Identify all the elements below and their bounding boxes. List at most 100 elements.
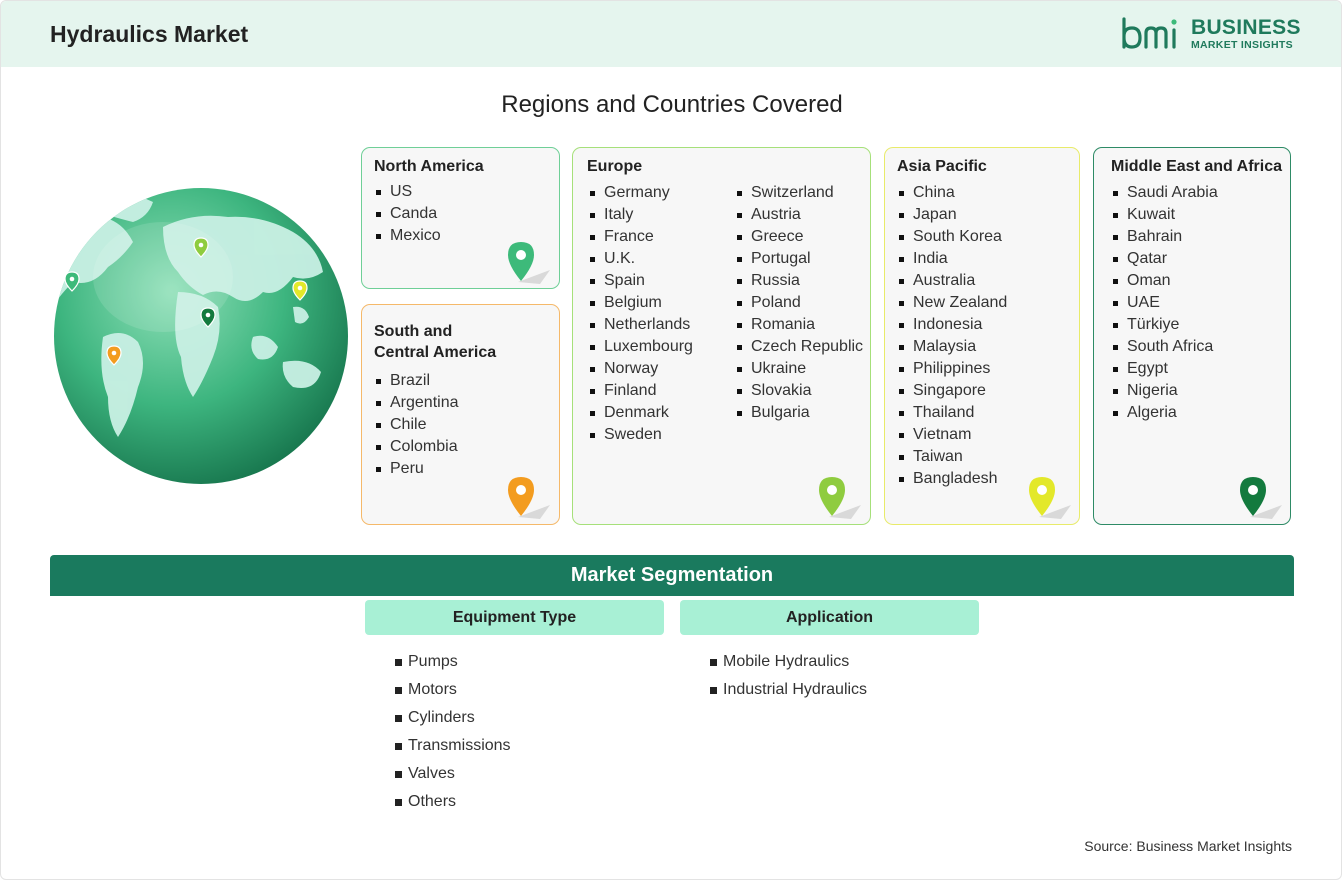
map-pin-icon	[1029, 477, 1071, 519]
list-item: Türkiye	[1111, 314, 1218, 336]
country-list: China Japan South Korea India Australia …	[897, 182, 1007, 490]
list-item: Argentina	[374, 392, 459, 414]
list-item: Others	[394, 791, 511, 819]
list-item: Austria	[735, 204, 863, 226]
list-item: China	[897, 182, 1007, 204]
segment-header-application: Application	[680, 600, 979, 635]
list-item: Qatar	[1111, 248, 1218, 270]
regions-title: Regions and Countries Covered	[501, 91, 843, 118]
list-item: Singapore	[897, 380, 1007, 402]
list-item: Egypt	[1111, 358, 1218, 380]
list-item: Kuwait	[1111, 204, 1218, 226]
header-bar: Hydraulics Market BUSINESS MARKET INSIGH…	[1, 1, 1341, 67]
globe-illustration	[54, 188, 348, 484]
list-item: Italy	[588, 204, 693, 226]
map-pin-icon	[508, 242, 550, 284]
list-item: Switzerland	[735, 182, 863, 204]
country-list: US Canda Mexico	[374, 181, 441, 247]
list-item: Slovakia	[735, 380, 863, 402]
region-title-line2: Central America	[374, 344, 497, 361]
list-item: Romania	[735, 314, 863, 336]
list-item: Transmissions	[394, 735, 511, 763]
list-item: Motors	[394, 679, 511, 707]
list-item: Japan	[897, 204, 1007, 226]
list-item: Brazil	[374, 370, 459, 392]
list-item: Saudi Arabia	[1111, 182, 1218, 204]
list-item: Bulgaria	[735, 402, 863, 424]
list-item: Bangladesh	[897, 468, 1007, 490]
list-item: Czech Republic	[735, 336, 863, 358]
list-item: New Zealand	[897, 292, 1007, 314]
country-list: Saudi Arabia Kuwait Bahrain Qatar Oman U…	[1111, 182, 1218, 424]
list-item: Taiwan	[897, 446, 1007, 468]
list-item: Spain	[588, 270, 693, 292]
list-item: Ukraine	[735, 358, 863, 380]
brand-name-line1: BUSINESS	[1191, 16, 1301, 39]
list-item: Philippines	[897, 358, 1007, 380]
region-card-europe: Europe Germany Italy France U.K. Spain B…	[572, 147, 871, 525]
country-list: Brazil Argentina Chile Colombia Peru	[374, 370, 459, 480]
region-title-line1: South and	[374, 323, 453, 340]
list-item: U.K.	[588, 248, 693, 270]
region-card-middle-east-africa: Middle East and Africa Saudi Arabia Kuwa…	[1093, 147, 1291, 525]
list-item: Finland	[588, 380, 693, 402]
list-item: Chile	[374, 414, 459, 436]
region-title: Europe	[587, 158, 643, 175]
list-item: Netherlands	[588, 314, 693, 336]
list-item: India	[897, 248, 1007, 270]
region-title: Asia Pacific	[897, 158, 987, 175]
list-item: Germany	[588, 182, 693, 204]
bmi-logo-icon	[1122, 17, 1177, 49]
list-item: Australia	[897, 270, 1007, 292]
list-item: Mobile Hydraulics	[709, 651, 867, 679]
list-item: Denmark	[588, 402, 693, 424]
country-list-col1: Germany Italy France U.K. Spain Belgium …	[588, 182, 693, 446]
list-item: Vietnam	[897, 424, 1007, 446]
list-item: Greece	[735, 226, 863, 248]
list-item: Algeria	[1111, 402, 1218, 424]
region-card-asia-pacific: Asia Pacific China Japan South Korea Ind…	[884, 147, 1080, 525]
equipment-type-list: Pumps Motors Cylinders Transmissions Val…	[394, 651, 511, 819]
list-item: South Africa	[1111, 336, 1218, 358]
list-item: Indonesia	[897, 314, 1007, 336]
list-item: Bahrain	[1111, 226, 1218, 248]
list-item: Thailand	[897, 402, 1007, 424]
map-pin-icon	[508, 477, 550, 519]
brand-name-line2: MARKET INSIGHTS	[1191, 39, 1293, 51]
list-item: Colombia	[374, 436, 459, 458]
list-item: France	[588, 226, 693, 248]
segmentation-header: Market Segmentation	[50, 555, 1294, 596]
list-item: Cylinders	[394, 707, 511, 735]
list-item: Nigeria	[1111, 380, 1218, 402]
list-item: Portugal	[735, 248, 863, 270]
list-item: Norway	[588, 358, 693, 380]
region-title: North America	[374, 158, 484, 175]
list-item: UAE	[1111, 292, 1218, 314]
page-title: Hydraulics Market	[50, 21, 249, 47]
list-item: Mexico	[374, 225, 441, 247]
region-card-north-america: North America US Canda Mexico	[361, 147, 560, 289]
list-item: Canda	[374, 203, 441, 225]
list-item: Belgium	[588, 292, 693, 314]
list-item: Poland	[735, 292, 863, 314]
map-pin-icon	[819, 477, 861, 519]
segment-header-equipment-type: Equipment Type	[365, 600, 664, 635]
list-item: Pumps	[394, 651, 511, 679]
list-item: Russia	[735, 270, 863, 292]
list-item: Peru	[374, 458, 459, 480]
infographic-frame: Hydraulics Market BUSINESS MARKET INSIGH…	[0, 0, 1342, 880]
country-list-col2: Switzerland Austria Greece Portugal Russ…	[735, 182, 863, 424]
region-card-south-central-america: South and Central America Brazil Argenti…	[361, 304, 560, 525]
region-title: Middle East and Africa	[1111, 158, 1282, 175]
segmentation-title: Market Segmentation	[570, 564, 774, 586]
list-item: Luxembourg	[588, 336, 693, 358]
list-item: Oman	[1111, 270, 1218, 292]
source-note: Source: Business Market Insights	[1084, 838, 1292, 854]
list-item: Industrial Hydraulics	[709, 679, 867, 707]
list-item: Malaysia	[897, 336, 1007, 358]
map-pin-icon	[1240, 477, 1282, 519]
list-item: US	[374, 181, 441, 203]
list-item: Sweden	[588, 424, 693, 446]
list-item: South Korea	[897, 226, 1007, 248]
list-item: Valves	[394, 763, 511, 791]
